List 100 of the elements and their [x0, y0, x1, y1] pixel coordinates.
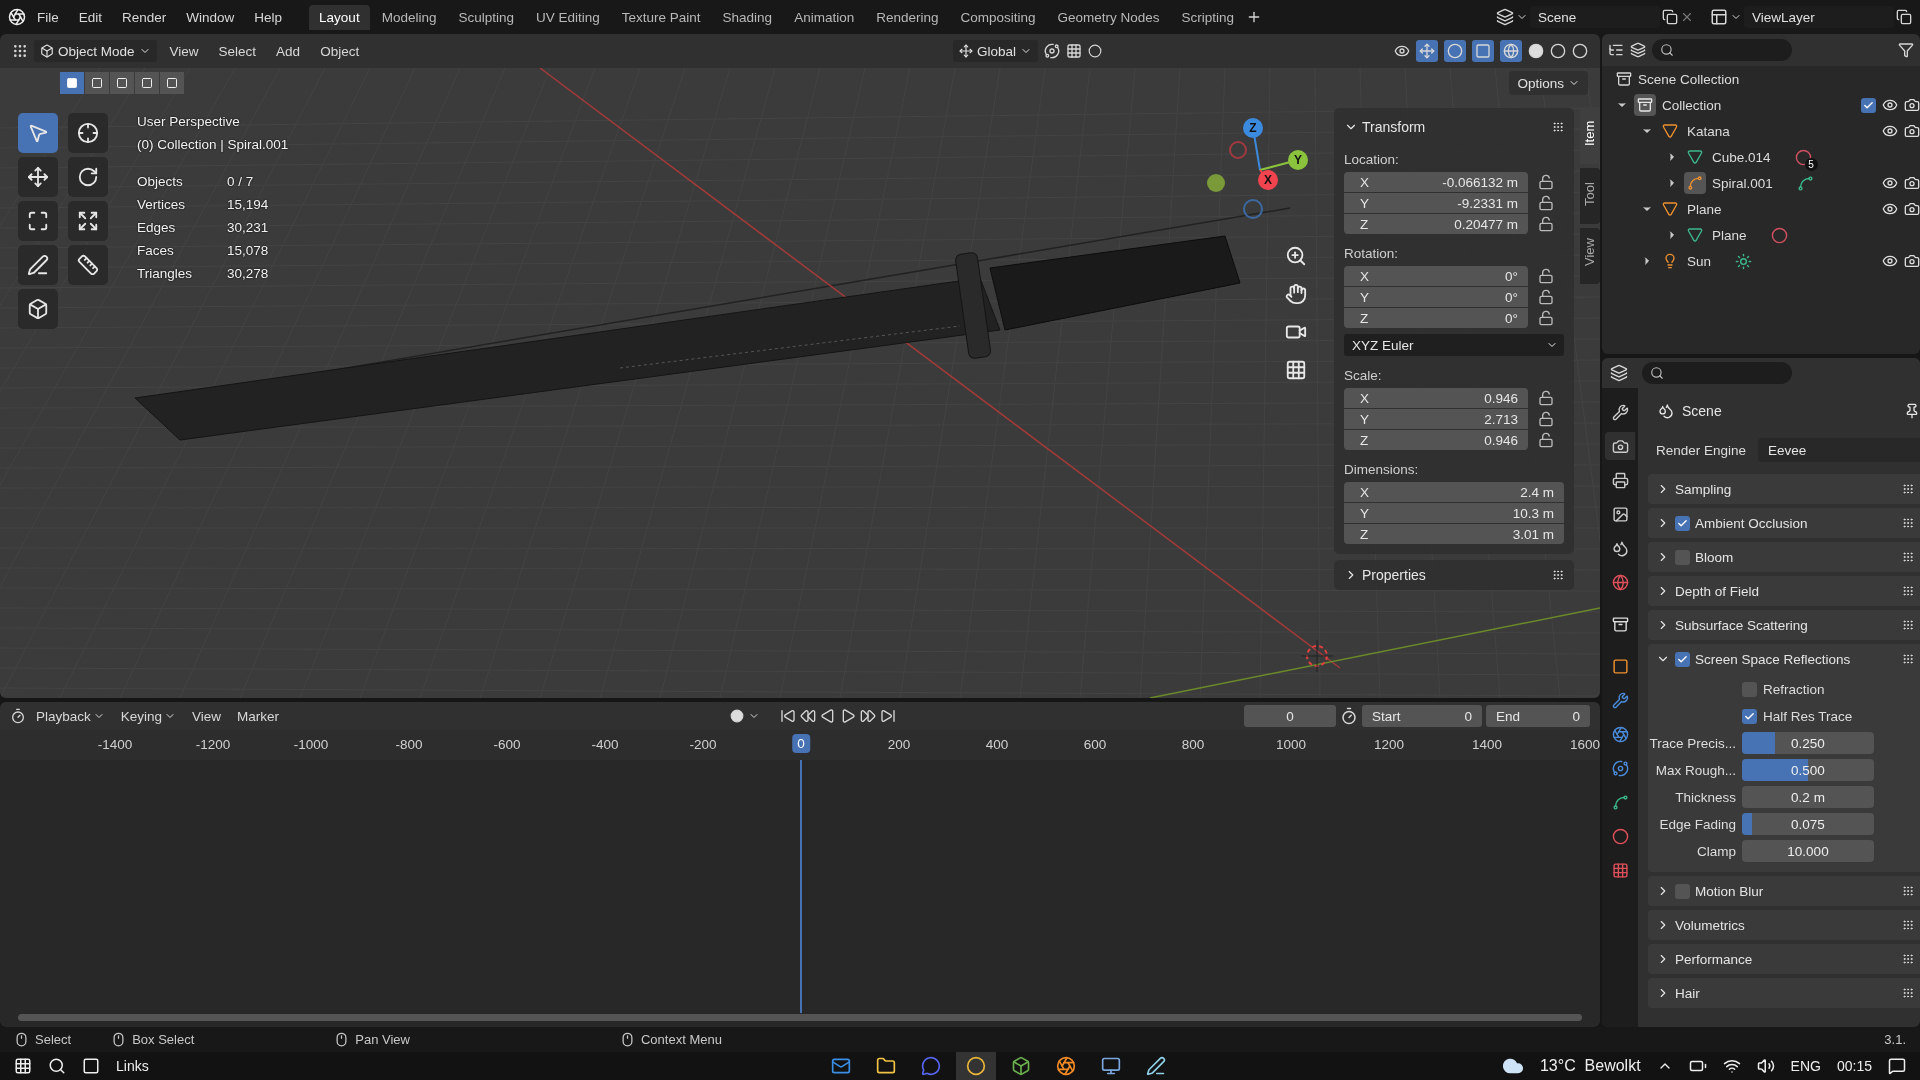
panel-title[interactable]: Subsurface Scattering	[1675, 617, 1897, 633]
scrollbar[interactable]	[18, 1014, 1582, 1021]
selection-mode-button[interactable]	[60, 72, 84, 94]
menu-item[interactable]: Edit	[69, 5, 112, 29]
volume-icon[interactable]	[1756, 1057, 1775, 1075]
number-field[interactable]: 10.000	[1742, 840, 1874, 862]
selection-mode-button[interactable]	[135, 72, 159, 94]
play-icon[interactable]	[840, 708, 856, 724]
task-view-icon[interactable]	[82, 1057, 100, 1075]
taskbar-label[interactable]: Links	[116, 1058, 149, 1074]
orientation-dropdown[interactable]: Global	[952, 40, 1038, 62]
number-field[interactable]: Y 0°	[1344, 287, 1528, 307]
filter-icon[interactable]	[1898, 42, 1914, 58]
xray-toggle[interactable]	[1472, 40, 1494, 62]
play-reverse-icon[interactable]	[820, 708, 836, 724]
unlock-icon[interactable]	[1538, 174, 1554, 190]
selection-mode-button[interactable]	[110, 72, 134, 94]
number-field[interactable]: Y -9.2331 m	[1344, 193, 1528, 213]
start-frame-field[interactable]: Start 0	[1362, 705, 1482, 727]
checkbox[interactable]	[1742, 708, 1757, 724]
pin-icon[interactable]	[1904, 403, 1920, 419]
wireframe-shading-button[interactable]	[1500, 40, 1522, 62]
proportional-icon[interactable]	[1088, 44, 1102, 58]
view-layer-field[interactable]: ViewLayer	[1744, 6, 1894, 28]
drag-handle-icon[interactable]	[1902, 551, 1914, 563]
sphere-icon[interactable]	[1550, 43, 1566, 59]
number-field[interactable]: X 0.946	[1344, 388, 1528, 408]
drag-handle-icon[interactable]	[1902, 885, 1914, 897]
pivot-icon[interactable]	[1044, 43, 1060, 59]
panel-title[interactable]: Hair	[1675, 985, 1897, 1001]
editor-type-icon[interactable]	[10, 708, 26, 724]
view-layer-icon[interactable]	[1710, 8, 1728, 26]
notifications-icon[interactable]	[1888, 1057, 1906, 1075]
record-icon[interactable]	[730, 709, 744, 723]
checkbox[interactable]	[1675, 515, 1690, 531]
drag-handle-icon[interactable]	[1902, 483, 1914, 495]
workspace-tab[interactable]: Animation	[784, 4, 865, 30]
language-indicator[interactable]: ENG	[1790, 1058, 1821, 1074]
menu-item[interactable]: Render	[113, 5, 176, 29]
unlock-icon[interactable]	[1538, 195, 1554, 211]
browser-button[interactable]	[955, 1052, 996, 1080]
editor-type-icon[interactable]	[1608, 42, 1624, 58]
sidebar-tab[interactable]: Tool	[1580, 168, 1600, 224]
start-icon[interactable]	[14, 1057, 32, 1075]
overlay-toggle[interactable]	[1444, 40, 1466, 62]
next-keyframe-icon[interactable]	[860, 708, 876, 724]
clock[interactable]: 00:15	[1836, 1058, 1872, 1074]
outliner-item[interactable]: Spiral.001	[1712, 175, 1773, 191]
camera-icon[interactable]	[1904, 123, 1920, 139]
solid-sphere-icon[interactable]	[1528, 43, 1544, 59]
sidebar-tab[interactable]: View	[1580, 228, 1600, 284]
jump-start-icon[interactable]	[780, 708, 796, 724]
eye-icon[interactable]	[1394, 43, 1410, 59]
search-icon[interactable]	[48, 1057, 66, 1075]
weather-text[interactable]: 13°C Bewolkt	[1539, 1057, 1641, 1075]
unlock-icon[interactable]	[1538, 289, 1554, 305]
wifi-icon[interactable]	[1722, 1057, 1741, 1075]
gizmo-axis-handle[interactable]: X	[1258, 170, 1278, 190]
render-engine-dropdown[interactable]: Eevee	[1758, 438, 1920, 462]
select-tool-tool[interactable]	[18, 113, 58, 153]
checkbox[interactable]	[1861, 97, 1876, 113]
number-field[interactable]: Z 3.01 m	[1344, 524, 1564, 544]
grid-icon[interactable]	[1285, 359, 1307, 381]
menu-item[interactable]: View	[162, 41, 206, 61]
outliner-item[interactable]: Scene Collection	[1638, 71, 1740, 87]
unlock-icon[interactable]	[1538, 390, 1554, 406]
panel-title[interactable]: Motion Blur	[1695, 883, 1897, 899]
ruler-tool[interactable]	[68, 245, 108, 285]
drag-handle-icon[interactable]	[1902, 953, 1914, 965]
menu-item[interactable]: Object	[313, 41, 367, 61]
number-field[interactable]: X 0°	[1344, 266, 1528, 286]
rotate-tool[interactable]	[68, 157, 108, 197]
drag-handle-icon[interactable]	[1902, 987, 1914, 999]
gizmo-axis-handle[interactable]: Y	[1288, 150, 1308, 170]
close-icon[interactable]	[1680, 10, 1694, 24]
current-frame-field[interactable]: 0	[1244, 705, 1336, 727]
crosshair-tool[interactable]	[68, 113, 108, 153]
workspace-tab[interactable]: Rendering	[866, 4, 949, 30]
slider-field[interactable]: 0.075	[1742, 813, 1874, 835]
eye-icon[interactable]	[1882, 123, 1898, 139]
search-field[interactable]	[1652, 39, 1792, 61]
drag-handle-icon[interactable]	[1902, 585, 1914, 597]
scene-icon[interactable]	[1496, 8, 1514, 26]
move-tool[interactable]	[18, 157, 58, 197]
curve-button[interactable]	[1684, 172, 1706, 194]
panel-title[interactable]: Transform	[1362, 119, 1548, 135]
checkbox[interactable]	[1675, 651, 1690, 667]
selection-mode-button[interactable]	[160, 72, 184, 94]
hand-icon[interactable]	[1285, 283, 1307, 305]
sidebar-tab[interactable]: Item	[1580, 108, 1600, 164]
camera-icon[interactable]	[1904, 97, 1920, 113]
collection-button[interactable]	[1634, 94, 1656, 116]
outliner-item[interactable]: Plane	[1712, 227, 1747, 243]
cube-tool[interactable]	[18, 289, 58, 329]
pen-tool[interactable]	[18, 245, 58, 285]
transform-tool[interactable]	[68, 201, 108, 241]
panel-title[interactable]: Screen Space Reflections	[1695, 651, 1897, 667]
menu-item[interactable]: Select	[211, 41, 264, 61]
drag-handle-icon[interactable]	[1552, 121, 1564, 133]
panel-title[interactable]: Performance	[1675, 951, 1897, 967]
